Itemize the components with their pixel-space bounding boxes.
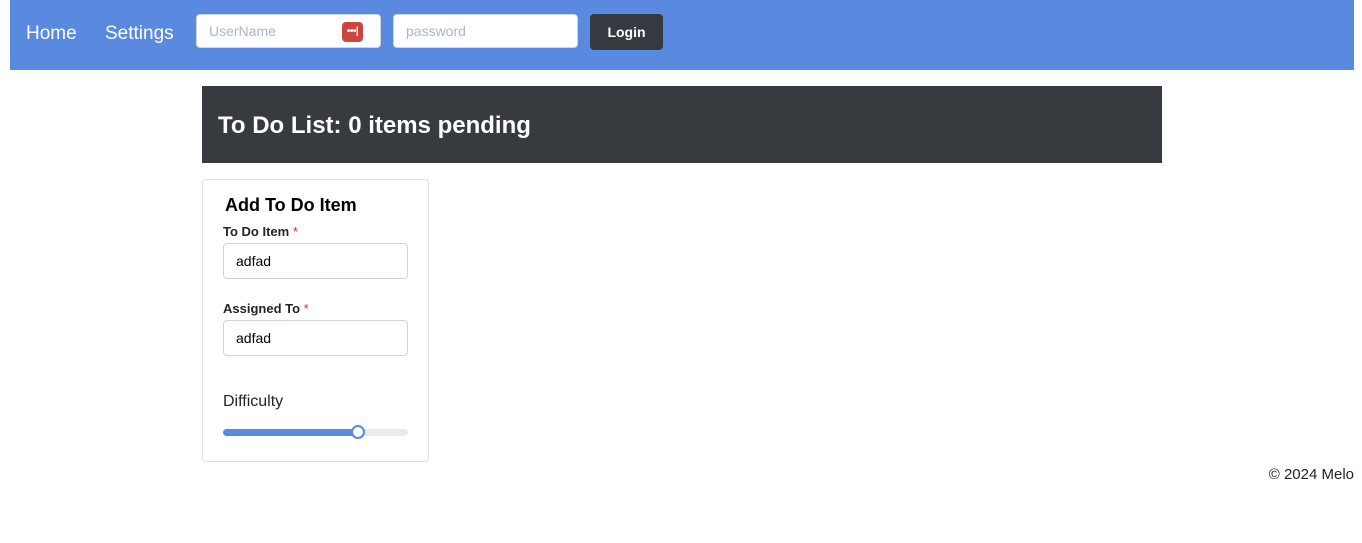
card-title: Add To Do Item bbox=[225, 195, 357, 215]
nav-home-link[interactable]: Home bbox=[26, 22, 77, 46]
difficulty-slider[interactable] bbox=[223, 425, 408, 439]
difficulty-label: Difficulty bbox=[223, 393, 284, 410]
footer-copyright: © 2024 Melo bbox=[1268, 466, 1354, 483]
nav-settings-link[interactable]: Settings bbox=[105, 22, 174, 46]
login-button[interactable]: Login bbox=[590, 14, 663, 50]
todo-item-input[interactable] bbox=[223, 243, 408, 279]
password-input[interactable] bbox=[393, 14, 578, 48]
todo-item-label: To Do Item * bbox=[223, 224, 298, 240]
difficulty-slider-fill bbox=[223, 429, 359, 436]
required-mark: * bbox=[292, 224, 298, 239]
assigned-to-label: Assigned To * bbox=[223, 301, 309, 317]
todo-item-label-text: To Do Item bbox=[223, 224, 290, 239]
assigned-to-label-text: Assigned To bbox=[223, 301, 301, 316]
add-todo-card: Add To Do Item To Do Item * Assigned To … bbox=[202, 179, 429, 462]
required-mark: * bbox=[303, 301, 309, 316]
difficulty-slider-thumb[interactable] bbox=[351, 425, 366, 439]
page-title: To Do List: 0 items pending bbox=[218, 112, 531, 139]
todo-header: To Do List: 0 items pending bbox=[202, 86, 1162, 163]
password-manager-icon[interactable]: •••| bbox=[342, 22, 363, 42]
assigned-to-input[interactable] bbox=[223, 320, 408, 356]
